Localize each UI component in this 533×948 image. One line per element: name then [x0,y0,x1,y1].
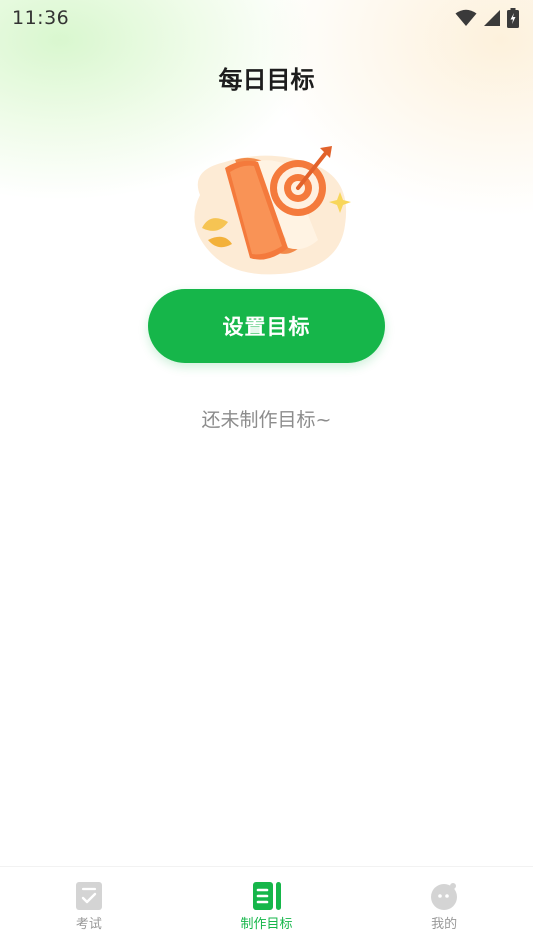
tab-profile-label: 我的 [431,917,458,932]
cellular-signal-icon [484,10,500,26]
target-book-illustration [180,140,360,280]
battery-icon [507,8,519,28]
tab-exam[interactable]: 考试 [0,867,178,948]
status-icons [455,8,519,28]
set-goal-button[interactable]: 设置目标 [148,289,385,363]
goal-icon [252,881,282,911]
bottom-tab-bar: 考试 制作目标 我的 [0,866,533,948]
tab-exam-label: 考试 [75,917,102,932]
status-time: 11:36 [12,7,70,29]
wifi-icon [455,9,477,26]
page-title: 每日目标 [218,66,315,94]
status-bar: 11:36 [0,0,533,36]
tab-goal-label: 制作目标 [240,917,293,932]
profile-icon [429,881,459,911]
empty-state-message: 还未制作目标~ [201,409,332,431]
tab-profile[interactable]: 我的 [355,867,533,948]
exam-icon [74,881,104,911]
tab-goal[interactable]: 制作目标 [178,867,356,948]
